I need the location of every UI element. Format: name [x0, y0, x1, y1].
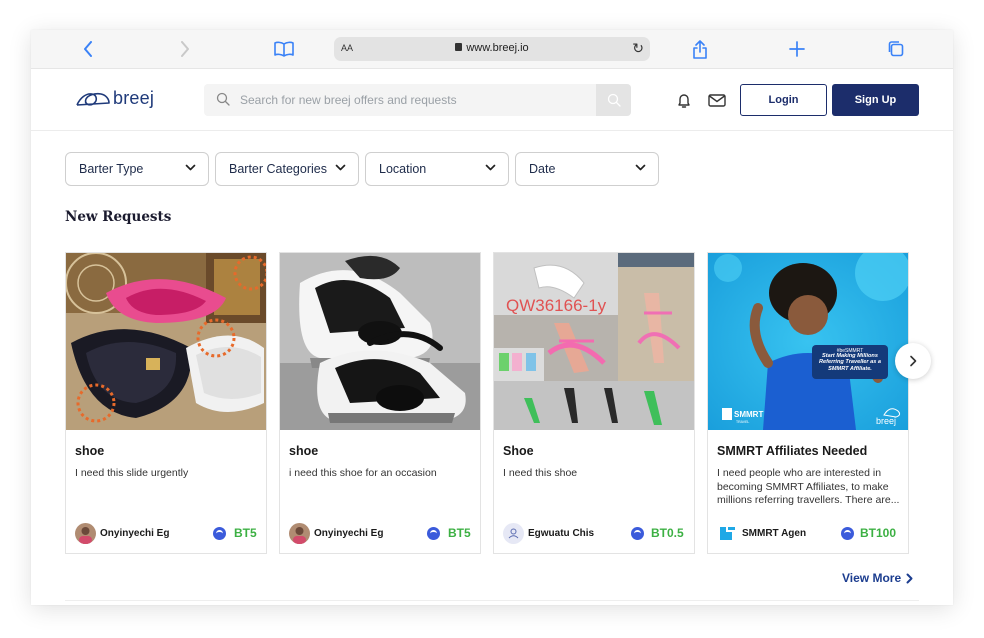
bookmarks-button[interactable]: [271, 37, 297, 61]
lock-icon: [455, 43, 463, 51]
chevron-left-icon: [84, 41, 92, 57]
book-icon: [274, 41, 294, 57]
card-image-heels-collage: QW36166-1y: [494, 253, 694, 430]
card-user-name: SMMRT Agen: [742, 528, 807, 539]
card-image-slides: [66, 253, 266, 430]
address-bar[interactable]: AA www.breej.io ↻: [334, 37, 650, 61]
search-icon: [607, 93, 621, 107]
chevron-down-icon: [485, 164, 496, 171]
filter-date[interactable]: Date: [515, 152, 659, 186]
request-card[interactable]: shoe i need this shoe for an occasion On…: [279, 252, 481, 554]
card-description: I need people who are interested in beco…: [717, 467, 900, 506]
reload-icon[interactable]: ↻: [632, 40, 644, 57]
view-more-link[interactable]: View More: [842, 571, 913, 585]
request-card[interactable]: #beSMMRT Start Making Millions Referring…: [707, 252, 909, 554]
request-card[interactable]: QW36166-1y Shoe I need this shoe Egwuatu…: [493, 252, 695, 554]
chevron-down-icon: [185, 164, 196, 171]
tabs-overview-button[interactable]: [883, 37, 909, 61]
card-user-name: Onyinyechi Eg: [314, 528, 384, 539]
mail-icon[interactable]: [708, 94, 726, 107]
filter-barter-type[interactable]: Barter Type: [65, 152, 209, 186]
smmrt-logo-icon: [717, 523, 738, 544]
search-input[interactable]: [240, 84, 590, 116]
plus-icon: [789, 41, 805, 57]
search-submit-button[interactable]: [596, 84, 631, 116]
breej-logo-icon: [76, 92, 110, 106]
card-title: shoe: [75, 444, 105, 458]
card-footer: Egwuatu Chis BT0.5: [503, 523, 687, 545]
bell-icon[interactable]: [677, 92, 691, 109]
avatar: [289, 523, 310, 544]
forward-button[interactable]: [172, 37, 198, 61]
tabs-icon: [888, 41, 904, 57]
share-button[interactable]: [687, 37, 713, 61]
section-divider: [65, 600, 919, 601]
promo-brand: SMMRT: [734, 410, 763, 419]
promo-tagline: Start Making Millions Referring Travelle…: [818, 353, 882, 372]
section-title-new-requests: New Requests: [65, 209, 172, 225]
site-header: breej Login Sign Up: [31, 69, 953, 131]
breej-coin-icon: [841, 527, 854, 540]
browser-window: AA www.breej.io ↻ breej Search for new b…: [31, 30, 953, 605]
request-cards: shoe I need this slide urgently Onyinyec…: [65, 252, 909, 554]
card-image-smmrt-promo: #beSMMRT Start Making Millions Referring…: [708, 253, 908, 430]
back-button[interactable]: [75, 37, 101, 61]
breej-logo[interactable]: breej: [75, 88, 154, 109]
default-user-icon: [508, 528, 519, 539]
card-footer: SMMRT Agen BT100: [717, 523, 901, 545]
breej-coin-icon: [631, 527, 644, 540]
card-footer: Onyinyechi Eg BT5: [289, 523, 473, 545]
avatar: [503, 523, 524, 544]
search-bar: [204, 84, 631, 116]
share-icon: [693, 39, 707, 59]
promo-watermark: breej: [876, 416, 896, 426]
card-title: Shoe: [503, 444, 534, 458]
filter-barter-categories[interactable]: Barter Categories: [215, 152, 359, 186]
search-icon: [216, 92, 230, 106]
new-tab-button[interactable]: [784, 37, 810, 61]
card-title: SMMRT Affiliates Needed: [717, 444, 868, 458]
browser-toolbar: AA www.breej.io ↻: [31, 30, 953, 69]
avatar: [717, 523, 738, 544]
breej-coin-icon: [427, 527, 440, 540]
promo-brand-sub: TRAVEL: [736, 420, 749, 424]
card-title: shoe: [289, 444, 319, 458]
card-price: BT5: [234, 526, 257, 540]
carousel-next-button[interactable]: [895, 343, 931, 379]
card-price: BT5: [448, 526, 471, 540]
filter-bar: Barter Type Barter Categories Location D…: [65, 152, 659, 186]
chevron-right-icon: [906, 573, 913, 583]
card-user-name: Egwuatu Chis: [528, 528, 595, 539]
filter-label: Location: [379, 162, 427, 176]
view-more-label: View More: [842, 571, 902, 585]
card-description: I need this shoe: [503, 467, 578, 479]
filter-label: Barter Type: [79, 162, 144, 176]
filter-location[interactable]: Location: [365, 152, 509, 186]
brand-name: breej: [113, 88, 155, 108]
card-footer: Onyinyechi Eg BT5: [75, 523, 259, 545]
filter-label: Barter Categories: [229, 162, 327, 176]
login-button[interactable]: Login: [740, 84, 827, 116]
breej-coin-icon: [213, 527, 226, 540]
url-text: www.breej.io: [466, 42, 529, 54]
url-display: www.breej.io: [334, 42, 650, 54]
chevron-down-icon: [635, 164, 646, 171]
card-price: BT0.5: [651, 526, 684, 540]
chevron-down-icon: [335, 164, 346, 171]
chevron-right-icon: [181, 41, 189, 57]
signup-button[interactable]: Sign Up: [832, 84, 919, 116]
card-user-name: Onyinyechi Eg: [100, 528, 170, 539]
avatar: [75, 523, 96, 544]
chevron-right-icon: [910, 355, 917, 367]
card-description: i need this shoe for an occasion: [289, 467, 437, 479]
image-overlay-text: QW36166-1y: [506, 296, 607, 315]
request-card[interactable]: shoe I need this slide urgently Onyinyec…: [65, 252, 267, 554]
card-price: BT100: [860, 526, 897, 540]
card-description: I need this slide urgently: [75, 467, 189, 479]
card-image-sneakers: [280, 253, 480, 430]
filter-label: Date: [529, 162, 556, 176]
